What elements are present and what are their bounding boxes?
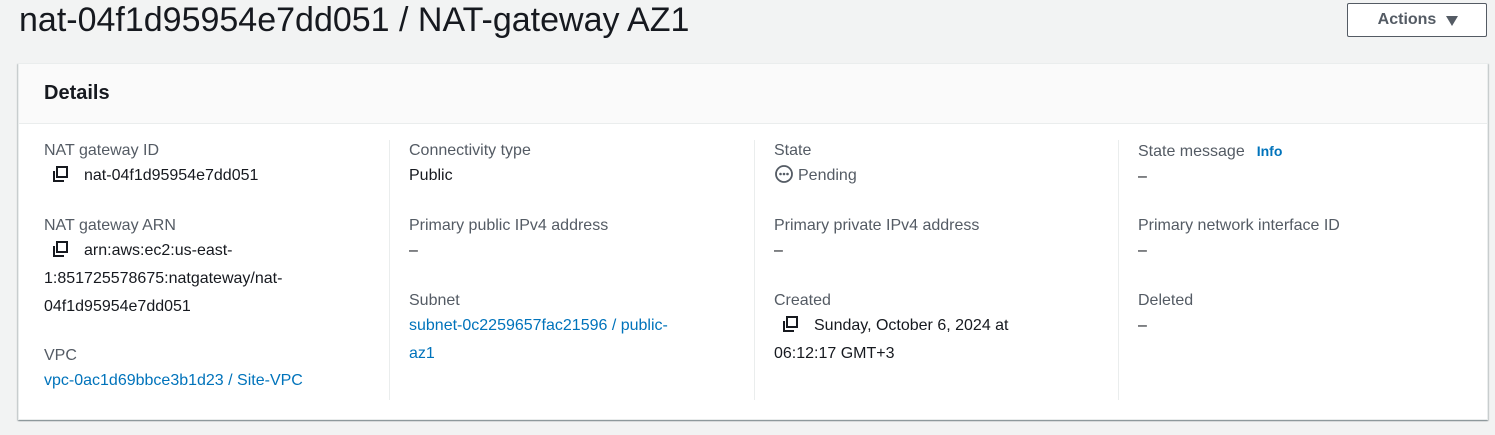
primary-network-interface-value: –	[1138, 242, 1147, 259]
page-title: nat-04f1d95954e7dd051 / NAT-gateway AZ1	[19, 1, 690, 39]
subnet-link[interactable]: subnet-0c2259657fac21596 / public- az1	[409, 312, 733, 368]
details-column-3: State Pending Primary private IPv4 addre…	[754, 140, 1098, 400]
details-title: Details	[44, 82, 110, 104]
details-panel-header: Details	[19, 64, 1487, 124]
subnet-label: Subnet	[409, 292, 460, 309]
primary-public-ipv4-field: Primary public IPv4 address –	[409, 215, 733, 265]
details-column-4: State message Info – Primary network inte…	[1118, 140, 1462, 400]
primary-private-ipv4-field: Primary private IPv4 address –	[774, 215, 1098, 265]
created-label: Created	[774, 292, 831, 309]
state-message-value: –	[1138, 168, 1147, 185]
state-value-row: Pending	[774, 162, 1098, 190]
details-column-2: Connectivity type Public Primary public …	[389, 140, 733, 400]
subnet-link-line2: az1	[409, 345, 435, 362]
state-value: Pending	[798, 167, 857, 184]
primary-public-ipv4-value: –	[409, 242, 418, 259]
nat-gateway-id-label: NAT gateway ID	[44, 142, 160, 159]
subnet-field: Subnet subnet-0c2259657fac21596 / public…	[409, 290, 733, 368]
state-field: State Pending	[774, 140, 1098, 190]
primary-private-ipv4-value: –	[774, 242, 783, 259]
actions-button[interactable]: Actions	[1347, 3, 1487, 37]
created-value-line2: 06:12:17 GMT+3	[774, 345, 895, 362]
copy-icon[interactable]	[780, 314, 800, 334]
primary-network-interface-field: Primary network interface ID –	[1138, 215, 1462, 265]
nat-gateway-arn-value-line3: 04f1d95954e7dd051	[44, 298, 191, 315]
deleted-label: Deleted	[1138, 292, 1194, 309]
deleted-field: Deleted –	[1138, 290, 1462, 340]
nat-gateway-id-value-row: nat-04f1d95954e7dd051	[44, 162, 384, 190]
state-message-label: State message	[1138, 143, 1245, 160]
details-columns: NAT gateway ID nat-04f1d95954e7dd051 NAT…	[19, 124, 1487, 420]
created-field: Created Sunday, October 6, 2024 at 06:12…	[774, 290, 1098, 368]
nat-gateway-id-value: nat-04f1d95954e7dd051	[84, 167, 259, 184]
nat-gateway-arn-value-line2: 1:851725578675:natgateway/nat-	[44, 270, 283, 287]
nat-gateway-arn-field: NAT gateway ARN arn:aws:ec2:us-east- 1:8…	[44, 215, 384, 321]
created-value-line1: Sunday, October 6, 2024 at	[814, 317, 1009, 334]
primary-private-ipv4-label: Primary private IPv4 address	[774, 217, 980, 234]
primary-network-interface-label: Primary network interface ID	[1138, 217, 1340, 234]
vpc-label: VPC	[44, 347, 77, 364]
connectivity-type-label: Connectivity type	[409, 142, 531, 159]
connectivity-type-value: Public	[409, 167, 453, 184]
vpc-link[interactable]: vpc-0ac1d69bbce3b1d23 / Site-VPC	[44, 372, 303, 389]
state-message-label-row: State message Info	[1138, 140, 1462, 163]
state-label: State	[774, 142, 812, 159]
details-panel: Details NAT gateway ID nat-04f1d95954e7d…	[18, 63, 1488, 420]
details-column-1: NAT gateway ID nat-04f1d95954e7dd051 NAT…	[44, 140, 384, 400]
copy-icon[interactable]	[50, 239, 70, 259]
created-value-row: Sunday, October 6, 2024 at	[774, 312, 1098, 340]
primary-public-ipv4-label: Primary public IPv4 address	[409, 217, 609, 234]
caret-down-icon	[1446, 15, 1459, 26]
deleted-value: –	[1138, 317, 1147, 334]
nat-gateway-id-field: NAT gateway ID nat-04f1d95954e7dd051	[44, 140, 384, 190]
copy-icon[interactable]	[50, 164, 70, 184]
vpc-field: VPC vpc-0ac1d69bbce3b1d23 / Site-VPC	[44, 345, 384, 395]
nat-gateway-arn-value-row: arn:aws:ec2:us-east-	[44, 237, 384, 265]
nat-gateway-arn-label: NAT gateway ARN	[44, 217, 176, 234]
subnet-link-line1: subnet-0c2259657fac21596 / public-	[409, 317, 668, 334]
connectivity-type-field: Connectivity type Public	[409, 140, 733, 190]
info-link[interactable]: Info	[1257, 143, 1283, 159]
actions-label: Actions	[1377, 11, 1437, 28]
state-message-field: State message Info –	[1138, 140, 1462, 191]
pending-status-icon	[774, 164, 794, 184]
nat-gateway-arn-value-line1: arn:aws:ec2:us-east-	[84, 242, 233, 259]
